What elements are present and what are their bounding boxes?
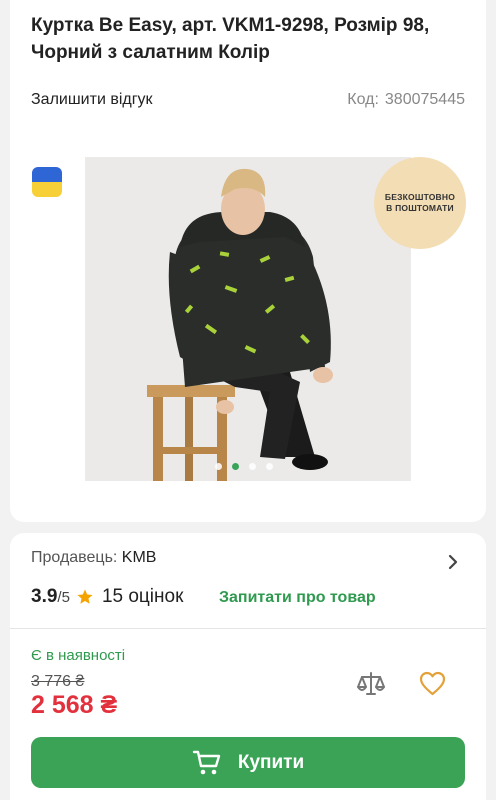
product-code-label: Код: <box>347 91 379 108</box>
gallery-dot[interactable] <box>266 463 273 470</box>
badge-line1: БЕЗКОШТОВНО <box>384 192 456 202</box>
buy-button[interactable]: Купити <box>31 737 465 788</box>
product-title: Куртка Be Easy, арт. VKM1-9298, Розмір 9… <box>31 15 430 63</box>
rating-score: 3.9 <box>31 586 58 607</box>
star-icon <box>77 589 93 604</box>
purchase-card: Продавець: KMB 3.9 /5 15 оцінок Запитати… <box>10 533 486 800</box>
current-price: 2 568 ₴ <box>31 691 118 719</box>
seller-info[interactable]: Продавець: KMB <box>31 549 156 567</box>
gallery-pagination[interactable] <box>215 463 273 470</box>
gallery-dot[interactable] <box>249 463 256 470</box>
product-code: Код: 380075445 <box>347 91 465 109</box>
rating-summary[interactable]: 3.9 /5 15 оцінок <box>31 586 183 608</box>
product-card: Куртка Be Easy, арт. VKM1-9298, Розмір 9… <box>10 0 486 522</box>
divider <box>10 628 486 629</box>
cart-icon <box>192 750 221 774</box>
rating-max: /5 <box>57 588 70 606</box>
chevron-right-icon[interactable] <box>446 553 460 571</box>
product-image[interactable] <box>85 157 411 481</box>
seller-name[interactable]: KMB <box>122 549 157 566</box>
product-code-value: 380075445 <box>384 91 465 108</box>
seller-label: Продавець: <box>31 549 118 566</box>
free-parcel-locker-badge: БЕЗКОШТОВНО В ПОШТОМАТИ <box>374 157 466 249</box>
gallery-dot-active[interactable] <box>232 463 239 470</box>
buy-button-label: Купити <box>237 751 305 773</box>
gallery-dot[interactable] <box>215 463 222 470</box>
rating-count: 15 оцінок <box>101 586 184 607</box>
ask-about-product-link[interactable]: Запитати про товар <box>219 589 376 607</box>
ukraine-flag-icon <box>32 167 62 197</box>
old-price: 3 776 ₴ <box>31 673 85 690</box>
leave-review-link[interactable]: Залишити відгук <box>31 91 153 109</box>
badge-line2: В ПОШТОМАТИ <box>386 203 454 213</box>
compare-scales-icon[interactable] <box>356 669 386 699</box>
heart-icon[interactable] <box>419 671 446 697</box>
availability-status: Є в наявності <box>31 647 126 664</box>
